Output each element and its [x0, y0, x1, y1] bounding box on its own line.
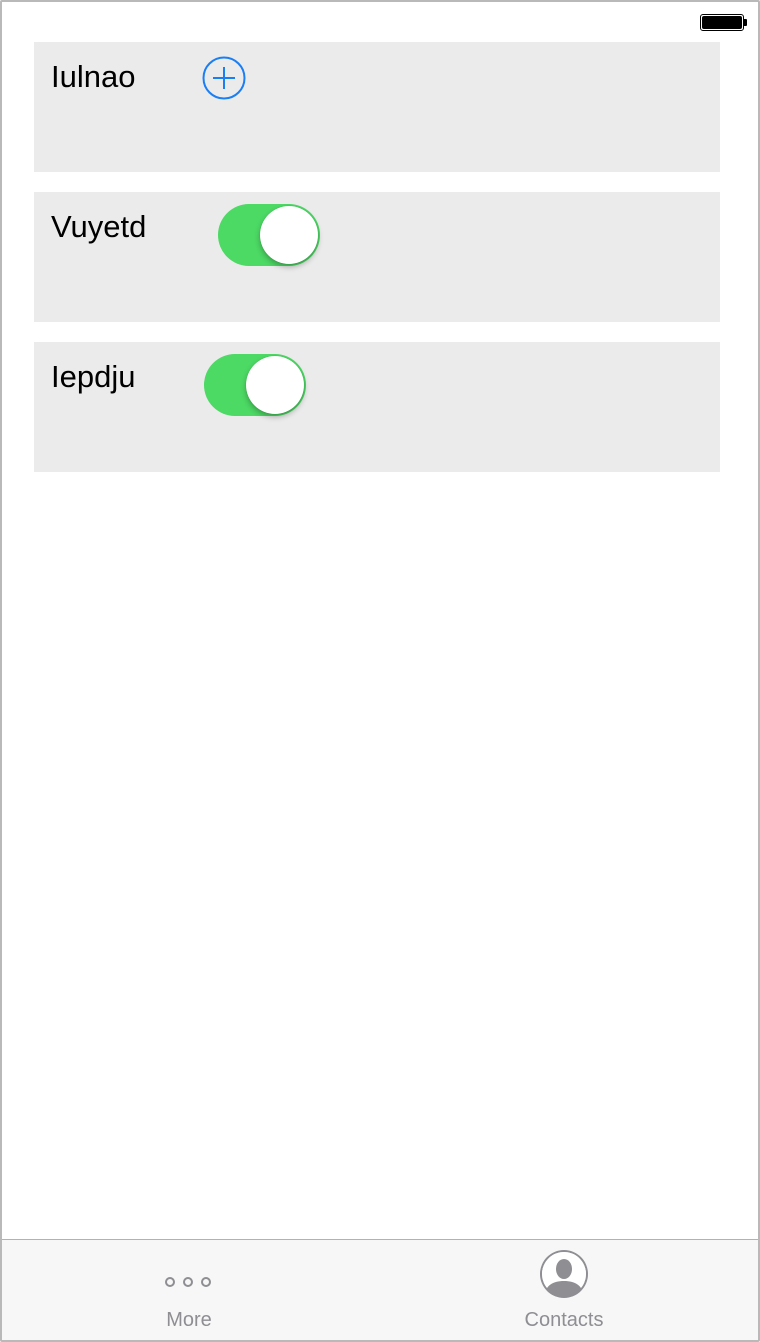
row-label: Iepdju [51, 359, 136, 394]
list-item: Iepdju [34, 342, 720, 472]
list-item: Vuyetd [34, 192, 720, 322]
list-item: Iulnao [34, 42, 720, 172]
tab-label: Contacts [524, 1309, 604, 1331]
tab-more[interactable]: More [89, 1240, 289, 1340]
contact-person-icon [464, 1250, 664, 1302]
toggle-switch[interactable] [218, 204, 320, 266]
toggle-knob [260, 206, 318, 264]
toggle-switch[interactable] [204, 354, 306, 416]
tab-label: More [166, 1309, 212, 1331]
more-dots-icon [89, 1250, 289, 1302]
tab-contacts[interactable]: Contacts [464, 1240, 664, 1340]
plus-circle-icon[interactable] [202, 56, 246, 100]
app-screen: Iulnao Vuyetd Iepdju More Contacts [0, 0, 760, 1342]
tab-bar: More Contacts [2, 1239, 758, 1340]
row-label: Iulnao [51, 59, 136, 94]
status-bar [2, 2, 758, 42]
battery-full-icon [700, 14, 747, 31]
toggle-knob [246, 356, 304, 414]
settings-list: Iulnao Vuyetd Iepdju [34, 42, 720, 492]
row-label: Vuyetd [51, 209, 147, 244]
